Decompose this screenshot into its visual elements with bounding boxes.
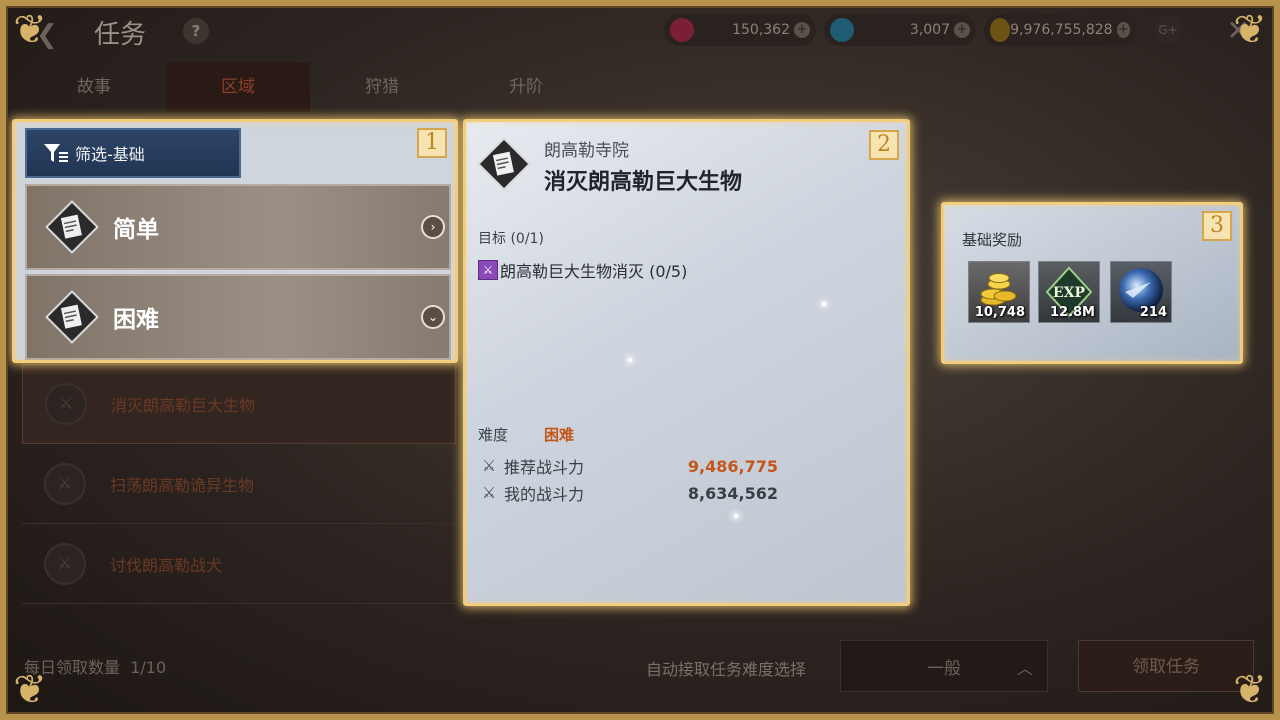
quest-list-item-label: 讨伐朗高勒战犬 [110,555,223,575]
sparkle [734,514,738,518]
filter-icon [41,138,71,168]
currency-ruby-value: 150,362 [732,22,790,38]
quest-list-item[interactable]: ⚔ 扫荡朗高勒诡异生物 [22,444,456,524]
difficulty-label-easy: 简单 [113,217,159,243]
filter-button[interactable]: 筛选-基础 [25,128,241,178]
difficulty-label-hard: 困难 [113,307,159,333]
help-button[interactable]: ? [183,18,209,44]
currency-diamond: 3,007 + [824,14,976,46]
crossed-swords-icon: ⚔ [481,456,497,475]
quest-list: ⚔ 消灭朗高勒巨大生物 ⚔ 扫荡朗高勒诡异生物 ⚔ 讨伐朗高勒战犬 [22,364,456,604]
recommended-power-value: 9,486,775 [687,456,778,476]
quest-list-item-label: 消灭朗高勒巨大生物 [111,396,256,415]
goal-label: 目标 (0/1) [478,231,544,247]
chevron-right-icon: › [421,215,445,239]
add-ruby-button[interactable]: + [794,22,810,38]
filter-panel: 筛选-基础 1 简单 › 困难 ⌄ [12,119,458,363]
crossed-swords-icon: ⚔ [45,383,87,425]
crossed-swords-icon: ⚔ [478,260,498,280]
chevron-down-icon: ⌄ [421,305,445,329]
quest-list-item[interactable]: ⚔ 讨伐朗高勒战犬 [22,524,456,604]
my-power-label: 我的战斗力 [503,485,584,504]
page-title: 任务 [94,20,147,50]
crossed-swords-icon: ⚔ [481,483,497,502]
objective-row: ⚔ 朗高勒巨大生物消灭 (0/5) [478,258,687,282]
currency-gold: 9,976,755,828 + [984,14,1136,46]
sparkle [822,302,826,306]
tab-hunting[interactable]: 狩猎 [310,62,454,112]
reward-title: 基础奖励 [962,231,1023,249]
chevron-up-icon: ︿ [1016,659,1033,678]
corner-ornament-icon: ❦ [1233,667,1267,713]
difficulty-option-hard[interactable]: 困难 ⌄ [25,274,451,360]
recommended-power-label: 推荐战斗力 [503,458,584,477]
sparkle [628,358,632,362]
crossed-swords-icon: ⚔ [44,542,86,585]
reward-panel: 基础奖励 3 10,748 EXP 12.8M 214 [941,202,1243,364]
diamond-icon [830,18,854,42]
quest-list-item-label: 扫荡朗高勒诡异生物 [110,475,255,495]
tab-story[interactable]: 故事 [22,62,166,112]
reward-orb[interactable]: 214 [1110,261,1172,323]
corner-ornament-icon: ❦ [13,667,47,713]
reward-orb-value: 214 [1139,305,1167,320]
ruby-icon [670,18,694,42]
step-badge-1: 1 [417,128,447,158]
quest-detail-panel: 朗高勒寺院 消灭朗高勒巨大生物 2 目标 (0/1) ⚔ 朗高勒巨大生物消灭 (… [463,119,910,606]
tab-region[interactable]: 区域 [166,62,310,112]
currency-gold-value: 9,976,755,828 [1010,22,1113,38]
top-bar: ❮ 任务 ? 150,362 + 3,007 + 9,976,755,828 +… [0,0,1280,60]
currency-diamond-value: 3,007 [909,22,950,38]
gplus-button[interactable]: G+ [1154,16,1182,44]
my-power-value: 8,634,562 [687,483,778,503]
scroll-icon [474,134,534,194]
my-power-row: ⚔ 我的战斗力 8,634,562 [478,481,778,505]
difficulty-option-easy[interactable]: 简单 › [25,184,451,270]
step-badge-3: 3 [1202,211,1232,241]
auto-accept-difficulty-select[interactable]: 一般 ︿ [840,640,1048,692]
tab-advance[interactable]: 升阶 [454,62,598,112]
quest-list-item[interactable]: ⚔ 消灭朗高勒巨大生物 [22,364,456,444]
objective-text: 朗高勒巨大生物消灭 (0/5) [500,262,688,281]
reward-exp-value: 12.8M [1049,305,1095,320]
scroll-icon [43,198,101,256]
add-gold-button[interactable]: + [1116,22,1130,38]
step-badge-2: 2 [869,130,899,160]
auto-accept-label: 自动接取任务难度选择 [646,660,807,679]
difficulty-label: 难度 [478,426,509,444]
auto-accept-value: 一般 [927,658,961,679]
quest-location: 朗高勒寺院 [544,141,629,161]
filter-label: 筛选-基础 [75,145,145,164]
tab-bar: 故事 区域 狩猎 升阶 [22,62,598,112]
add-diamond-button[interactable]: + [954,22,970,38]
exp-icon-label: EXP [1053,285,1086,301]
recommended-power-row: ⚔ 推荐战斗力 9,486,775 [478,454,778,478]
quest-name: 消灭朗高勒巨大生物 [544,170,743,195]
reward-gold-value: 10,748 [974,305,1025,320]
corner-ornament-icon: ❦ [1233,7,1267,53]
currency-ruby: 150,362 + [664,14,816,46]
scroll-icon [43,288,101,346]
reward-exp[interactable]: EXP 12.8M [1038,261,1100,323]
corner-ornament-icon: ❦ [13,7,47,53]
daily-count-value: 1/10 [130,658,167,677]
reward-gold[interactable]: 10,748 [968,261,1030,323]
gold-icon [990,18,1011,42]
difficulty-value: 困难 [544,426,575,444]
crossed-swords-icon: ⚔ [44,462,86,505]
